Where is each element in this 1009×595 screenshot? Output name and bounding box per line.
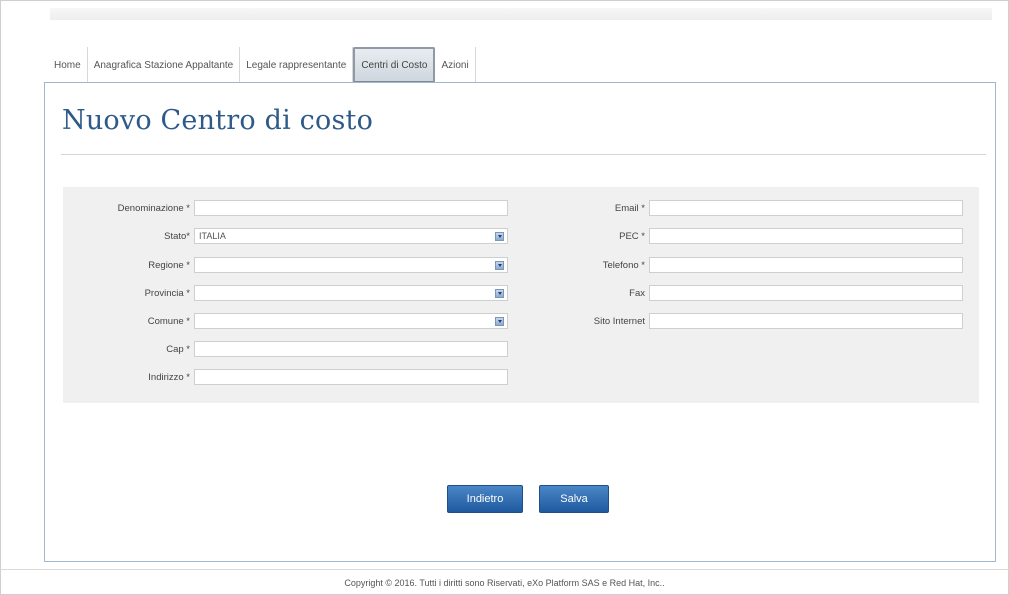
row-email: Email * xyxy=(63,199,963,217)
tab-home[interactable]: Home xyxy=(48,47,88,83)
form-area: Denominazione * Stato* ITALIA Regione * … xyxy=(63,187,979,403)
row-fax: Fax xyxy=(63,284,963,302)
title-divider xyxy=(61,154,986,155)
page-title: Nuovo Centro di costo xyxy=(62,105,374,136)
sito-internet-label: Sito Internet xyxy=(593,315,645,327)
tab-azioni[interactable]: Azioni xyxy=(435,47,476,83)
fax-label: Fax xyxy=(629,287,645,299)
indirizzo-input[interactable] xyxy=(194,369,508,385)
row-telefono: Telefono * xyxy=(63,256,963,274)
row-sito-internet: Sito Internet xyxy=(63,312,963,330)
footer-divider xyxy=(0,569,1009,570)
back-button[interactable]: Indietro xyxy=(447,485,523,513)
pec-input[interactable] xyxy=(649,228,963,244)
indirizzo-label: Indirizzo * xyxy=(148,371,190,383)
email-input[interactable] xyxy=(649,200,963,216)
email-label: Email * xyxy=(614,202,645,214)
row-cap: Cap * xyxy=(63,340,508,358)
telefono-input[interactable] xyxy=(649,257,963,273)
fax-input[interactable] xyxy=(649,285,963,301)
row-pec: PEC * xyxy=(63,227,963,245)
tab-legale-rappresentante[interactable]: Legale rappresentante xyxy=(240,47,354,83)
content-panel: Nuovo Centro di costo Denominazione * St… xyxy=(44,82,996,562)
cap-input[interactable] xyxy=(194,341,508,357)
pec-label: PEC * xyxy=(619,230,645,242)
footer-copyright: Copyright © 2016. Tutti i diritti sono R… xyxy=(344,578,665,588)
tab-bar: Home Anagrafica Stazione Appaltante Lega… xyxy=(48,47,476,83)
tab-centri-di-costo[interactable]: Centri di Costo xyxy=(353,47,436,83)
cap-label: Cap * xyxy=(166,343,190,355)
save-button[interactable]: Salva xyxy=(539,485,609,513)
row-indirizzo: Indirizzo * xyxy=(63,368,508,386)
telefono-label: Telefono * xyxy=(602,259,645,271)
tab-anagrafica-stazione-appaltante[interactable]: Anagrafica Stazione Appaltante xyxy=(88,47,241,83)
sito-internet-input[interactable] xyxy=(649,313,963,329)
top-bar xyxy=(50,8,992,20)
